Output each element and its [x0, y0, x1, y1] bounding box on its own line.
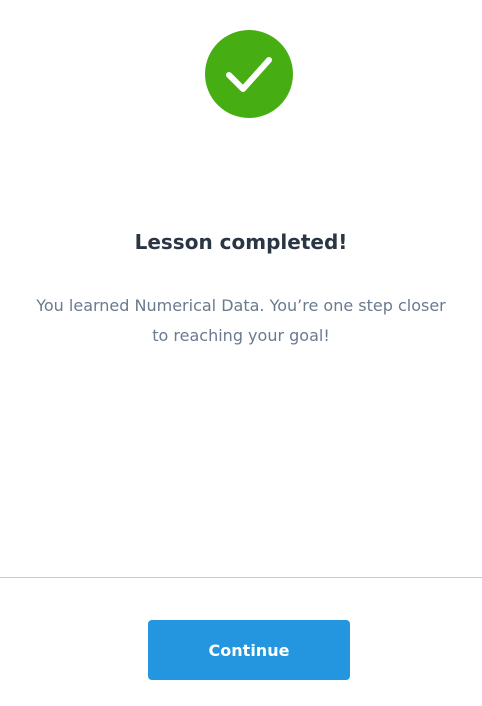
- continue-button[interactable]: Continue: [148, 620, 350, 680]
- checkmark-badge: [205, 30, 293, 118]
- completion-message: You learned Numerical Data. You’re one s…: [36, 296, 446, 345]
- checkmark-icon: [226, 57, 272, 92]
- completion-title: Lesson completed!: [134, 230, 348, 254]
- footer-divider: [0, 577, 482, 578]
